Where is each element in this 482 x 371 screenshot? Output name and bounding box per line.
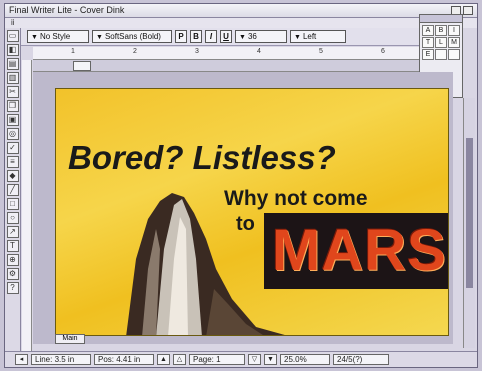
vertical-ruler[interactable] [22, 60, 32, 352]
page-icon[interactable]: ▭ [6, 30, 19, 42]
font-select[interactable]: ▼ SoftSans (Bold) [92, 30, 172, 43]
graphics-icon[interactable]: ◆ [6, 170, 19, 182]
size-select[interactable]: ▼ 36 [235, 30, 287, 43]
save-icon[interactable]: ▤ [6, 58, 19, 70]
vertical-scrollbar[interactable] [463, 98, 475, 348]
tab-stop-marker[interactable] [73, 61, 91, 71]
app-window: Final Writer Lite - Cover Dink ii ▼ No St… [4, 3, 478, 368]
mars-graphic[interactable]: MARS [264, 213, 448, 289]
palette-tool[interactable]: M [448, 37, 460, 48]
cut-icon[interactable]: ✂ [6, 86, 19, 98]
palette-tool[interactable]: L [435, 37, 447, 48]
arrow-icon[interactable]: ↗ [6, 226, 19, 238]
depth-gadget[interactable] [463, 6, 473, 15]
bold-button[interactable]: B [190, 30, 202, 43]
palette-tool[interactable] [448, 49, 460, 60]
status-extra: 24/5(?) [333, 354, 389, 365]
subline-text-to[interactable]: to [236, 213, 255, 236]
popup-arrow-icon: ▼ [239, 34, 246, 41]
palette-tool[interactable]: I [448, 25, 460, 36]
title-bar[interactable]: Final Writer Lite - Cover Dink [5, 4, 477, 18]
page-down-outline-icon[interactable]: ▽ [248, 354, 261, 365]
palette-tool[interactable]: A [422, 25, 434, 36]
scroll-left-icon[interactable]: ◂ [15, 354, 28, 365]
menu-label[interactable]: ii [11, 18, 15, 27]
ruler-number: 3 [195, 48, 199, 55]
ruler-number: 2 [133, 48, 137, 55]
box-icon[interactable]: □ [6, 198, 19, 210]
format-toolbar: ▼ No Style ▼ SoftSans (Bold) P B I U ▼ 36 ▼… [5, 28, 419, 46]
document-canvas[interactable]: Bored? Listless? Why not come to MARS Ma… [33, 72, 453, 344]
circle-icon[interactable]: ○ [6, 212, 19, 224]
print-icon[interactable]: ▥ [6, 72, 19, 84]
palette-tool[interactable]: T [422, 37, 434, 48]
open-icon[interactable]: ◧ [6, 44, 19, 56]
find-icon[interactable]: ◎ [6, 128, 19, 140]
mars-text: MARS [272, 218, 447, 283]
zoom-icon[interactable]: ⊕ [6, 254, 19, 266]
menu-bar: ii [5, 18, 477, 28]
plain-button[interactable]: P [175, 30, 187, 43]
subline-text[interactable]: Why not come [224, 187, 368, 211]
page-up-outline-icon[interactable]: △ [173, 354, 186, 365]
scrollbar-thumb[interactable] [466, 138, 473, 288]
status-bar: ◂ Line: 3.5 in Pos: 4.41 in ▲ △ Page: 1 … [5, 351, 477, 367]
page-tab-main[interactable]: Main [55, 334, 85, 344]
palette-drag-bar[interactable] [420, 15, 462, 23]
document-page[interactable]: Bored? Listless? Why not come to MARS [55, 88, 449, 336]
window-title: Final Writer Lite - Cover Dink [9, 5, 125, 15]
popup-arrow-icon: ▼ [31, 34, 38, 41]
help-icon[interactable]: ? [6, 282, 19, 294]
ruler-number: 6 [381, 48, 385, 55]
popup-arrow-icon: ▼ [96, 34, 103, 41]
zoom-level[interactable]: 25.0% [280, 354, 330, 365]
ruler-number: 5 [319, 48, 323, 55]
copy-icon[interactable]: ❐ [6, 100, 19, 112]
palette-tool[interactable]: E [422, 49, 434, 60]
palette-tool[interactable]: B [435, 25, 447, 36]
tab-ruler [33, 60, 453, 72]
text-icon[interactable]: T [6, 240, 19, 252]
align-select[interactable]: ▼ Left [290, 30, 346, 43]
headline-text[interactable]: Bored? Listless? [68, 139, 336, 177]
style-select[interactable]: ▼ No Style [27, 30, 89, 43]
line-icon[interactable]: ╱ [6, 184, 19, 196]
macro-icon[interactable]: ⚙ [6, 268, 19, 280]
page-up-icon[interactable]: ▲ [157, 354, 170, 365]
line-position: Line: 3.5 in [31, 354, 91, 365]
palette-tool[interactable] [435, 49, 447, 60]
paste-icon[interactable]: ▣ [6, 114, 19, 126]
page-number[interactable]: Page: 1 [189, 354, 245, 365]
popup-arrow-icon: ▼ [294, 34, 301, 41]
ruler-number: 4 [257, 48, 261, 55]
page-down-icon[interactable]: ▼ [264, 354, 277, 365]
thesaurus-icon[interactable]: ≡ [6, 156, 19, 168]
tool-strip: ▭ ◧ ▤ ▥ ✂ ❐ ▣ ◎ ✓ ≡ ◆ ╱ □ ○ ↗ T ⊕ ⚙ ? [5, 28, 21, 353]
column-position: Pos: 4.41 in [94, 354, 154, 365]
spell-icon[interactable]: ✓ [6, 142, 19, 154]
horizontal-ruler[interactable]: 1 2 3 4 5 6 [33, 47, 419, 60]
underline-button[interactable]: U [220, 30, 232, 43]
italic-button[interactable]: I [205, 30, 217, 43]
ruler-number: 1 [71, 48, 75, 55]
